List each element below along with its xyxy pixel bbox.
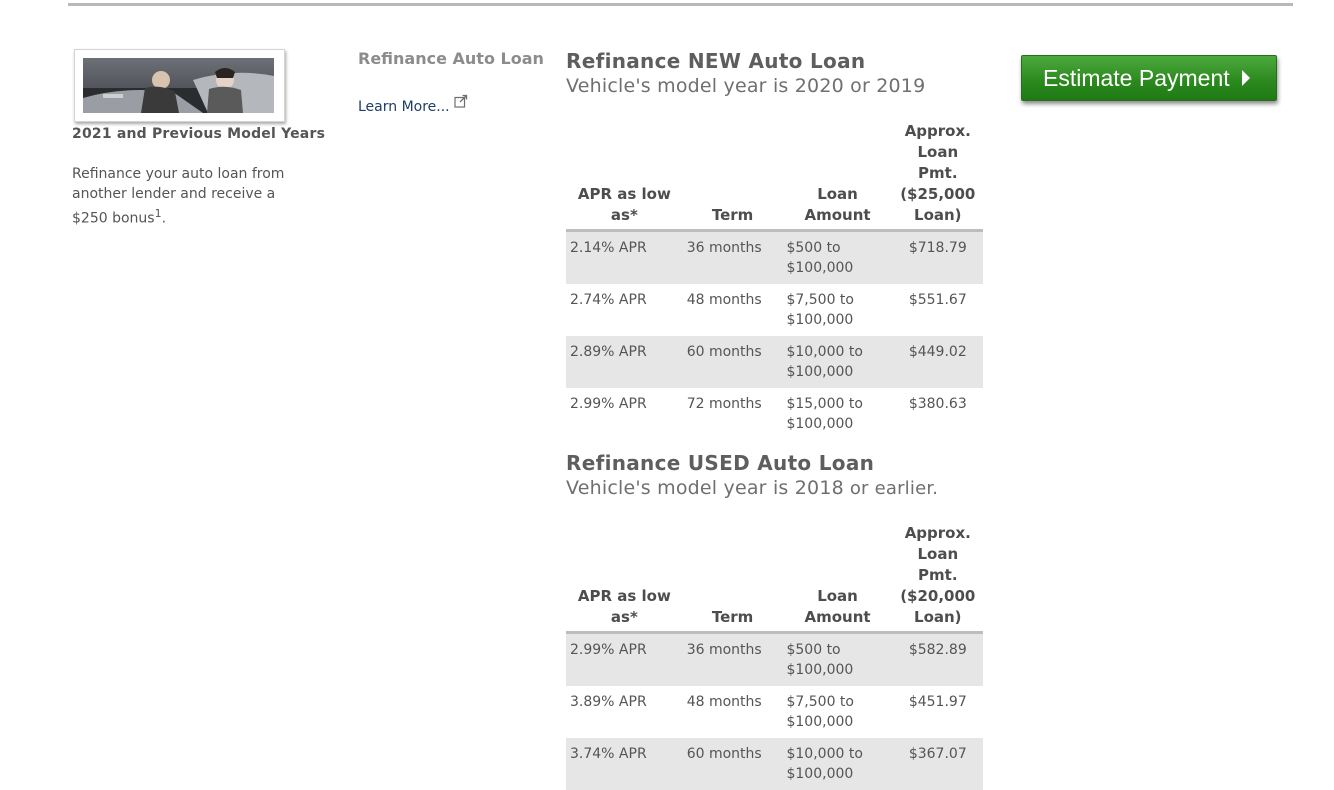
- table-row: 2.99% APR 72 months $15,000 to $100,000 …: [566, 388, 983, 440]
- table-row: 3.89% APR 48 months $7,500 to $100,000 $…: [566, 686, 983, 738]
- used-loan-subtitle-tail: or earlier.: [843, 478, 939, 499]
- promo-body: Refinance your auto loan from another le…: [72, 166, 285, 227]
- promo-trailing: .: [161, 210, 167, 227]
- term-cell: 60 months: [682, 336, 783, 388]
- amount-cell: $15,000 to $100,000: [786, 396, 863, 432]
- amount-cell: $500 to $100,000: [782, 632, 893, 686]
- header-term: Term: [682, 121, 783, 232]
- apr-cell: 3.74% APR: [566, 738, 683, 790]
- table-row: 3.74% APR 60 months $10,000 to $100,000 …: [566, 738, 983, 790]
- table-row: 2.14% APR 36 months $500 to $100,000 $71…: [566, 230, 983, 284]
- table-row: 2.74% APR 48 months $7,500 to $100,000 $…: [566, 284, 983, 336]
- apr-cell: 2.99% APR: [566, 632, 683, 686]
- header-term: Term: [682, 523, 783, 634]
- term-cell: 48 months: [686, 694, 762, 710]
- payment-cell: $380.63: [908, 396, 967, 412]
- apr-cell: 2.89% APR: [566, 336, 683, 388]
- term-cell: 36 months: [682, 632, 783, 686]
- top-divider: [68, 3, 1293, 6]
- header-approx-payment: Approx. Loan Pmt. ($20,000 Loan): [892, 523, 983, 634]
- term-cell: 60 months: [682, 738, 783, 790]
- apr-cell: 2.14% APR: [566, 230, 683, 284]
- amount-cell: $7,500 to $100,000: [786, 694, 854, 730]
- product-name: Refinance Auto Loan: [358, 49, 544, 68]
- amount-cell: $10,000 to $100,000: [782, 738, 893, 790]
- new-loan-subtitle: Vehicle's model year is 2020 or 2019: [566, 75, 926, 97]
- table-row: 2.99% APR 36 months $500 to $100,000 $58…: [566, 632, 983, 686]
- table-row: 2.89% APR 60 months $10,000 to $100,000 …: [566, 336, 983, 388]
- apr-cell: 3.89% APR: [570, 694, 647, 710]
- amount-cell: $10,000 to $100,000: [782, 336, 893, 388]
- footnote-marker[interactable]: 1: [155, 207, 162, 220]
- used-loan-subtitle-main: Vehicle's model year is 2018: [566, 477, 844, 499]
- estimate-payment-button[interactable]: Estimate Payment: [1021, 55, 1277, 101]
- term-cell: 72 months: [686, 396, 762, 412]
- term-cell: 48 months: [686, 292, 762, 308]
- table-header-row: APR as low as* Term Loan Amount Approx. …: [566, 121, 983, 232]
- table-header-row: APR as low as* Term Loan Amount Approx. …: [566, 523, 983, 634]
- chevron-right-icon: [1241, 70, 1250, 86]
- payment-cell: $451.97: [908, 694, 967, 710]
- amount-cell: $7,500 to $100,000: [786, 292, 854, 328]
- new-loan-title: Refinance NEW Auto Loan: [566, 49, 866, 73]
- apr-cell: 2.74% APR: [570, 292, 647, 308]
- term-cell: 36 months: [682, 230, 783, 284]
- payment-cell: $449.02: [892, 336, 983, 388]
- payment-cell: $718.79: [892, 230, 983, 284]
- promo-text: Refinance your auto loan from another le…: [72, 164, 312, 229]
- payment-cell: $551.67: [908, 292, 967, 308]
- header-apr: APR as low as*: [566, 121, 683, 232]
- header-loan-amount: Loan Amount: [782, 523, 893, 634]
- header-apr: APR as low as*: [566, 523, 683, 634]
- header-approx-payment: Approx. Loan Pmt. ($25,000 Loan): [892, 121, 983, 232]
- learn-more-link[interactable]: Learn More...: [358, 99, 450, 115]
- model-years-label: 2021 and Previous Model Years: [72, 126, 326, 142]
- new-loan-rates-table: APR as low as* Term Loan Amount Approx. …: [566, 121, 983, 440]
- external-link-icon[interactable]: [454, 94, 468, 108]
- apr-cell: 2.99% APR: [570, 396, 647, 412]
- used-loan-title: Refinance USED Auto Loan: [566, 451, 875, 475]
- estimate-payment-label: Estimate Payment: [1043, 64, 1230, 91]
- header-loan-amount: Loan Amount: [782, 121, 893, 232]
- payment-cell: $367.07: [892, 738, 983, 790]
- used-loan-subtitle: Vehicle's model year is 2018 or earlier.: [566, 477, 938, 499]
- amount-cell: $500 to $100,000: [782, 230, 893, 284]
- payment-cell: $582.89: [892, 632, 983, 686]
- promo-photo: [74, 49, 285, 122]
